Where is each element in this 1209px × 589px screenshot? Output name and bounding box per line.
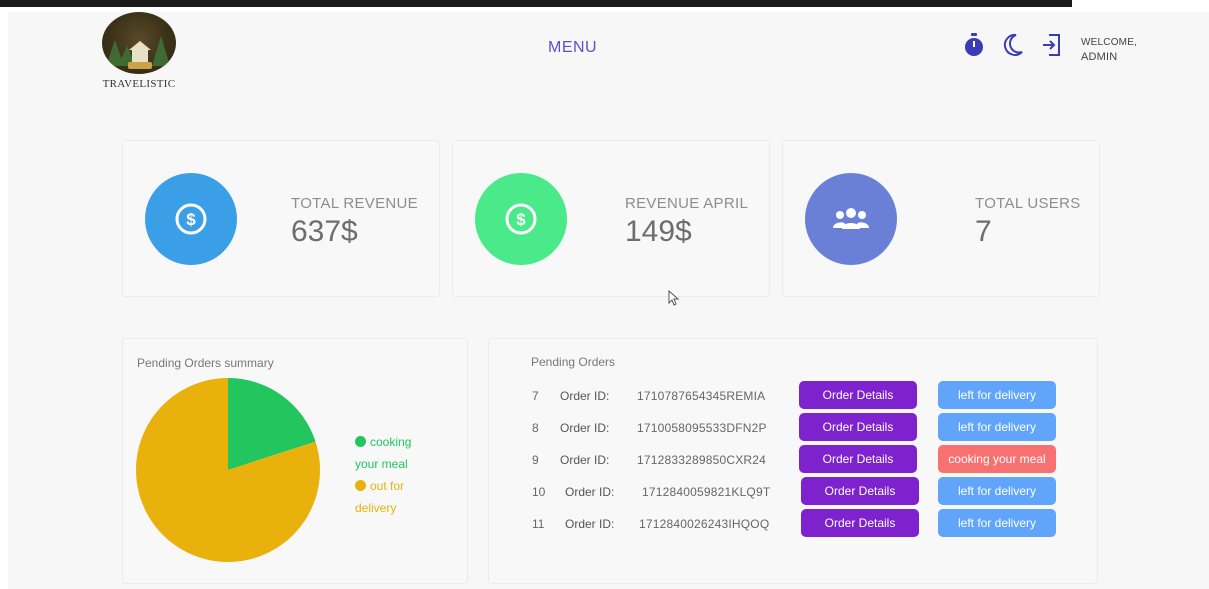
total-users-circle <box>805 173 897 265</box>
pie-legend: cooking your meal out for delivery <box>355 431 435 519</box>
welcome-text: WELCOME, ADMIN <box>1081 36 1137 64</box>
dashboard-page: TRAVELISTIC MENU WELCOME, ADMIN $ TOTAL … <box>8 12 1209 589</box>
revenue-april-circle: $ <box>475 173 567 265</box>
legend-label-delivery-2: delivery <box>355 501 397 515</box>
top-window-bar <box>0 0 1072 7</box>
order-id-label: Order ID: <box>560 421 610 435</box>
order-status-button[interactable]: cooking your meal <box>938 445 1056 473</box>
order-number: 7 <box>532 389 539 403</box>
order-status-button[interactable]: left for delivery <box>938 381 1056 409</box>
order-row: 11 Order ID: 1712840026243IHQOQ Order De… <box>489 509 1089 539</box>
order-number: 9 <box>532 453 539 467</box>
mouse-cursor-icon <box>668 290 680 306</box>
menu-link[interactable]: MENU <box>548 39 597 57</box>
order-id-value: 1710058095533DFN2P <box>637 421 767 435</box>
order-number: 8 <box>532 421 539 435</box>
order-status-button[interactable]: left for delivery <box>938 509 1056 537</box>
order-id-label: Order ID: <box>565 485 615 499</box>
order-status-button[interactable]: left for delivery <box>938 413 1056 441</box>
travelistic-logo[interactable]: TRAVELISTIC <box>94 12 184 98</box>
order-row: 9 Order ID: 1712833289850CXR24 Order Det… <box>489 445 1089 475</box>
dollar-icon: $ <box>175 203 207 235</box>
pending-orders-summary-card: Pending Orders summary cooking your meal… <box>122 338 468 584</box>
total-users-value: 7 <box>975 215 992 248</box>
order-id-label: Order ID: <box>560 389 610 403</box>
order-id-value: 1710787654345REMIA <box>637 389 766 403</box>
logo-badge <box>102 12 176 74</box>
order-id-value: 1712840026243IHQOQ <box>639 517 770 531</box>
total-revenue-value: 637$ <box>291 215 358 248</box>
total-revenue-circle: $ <box>145 173 237 265</box>
total-users-label: TOTAL USERS <box>975 195 1081 212</box>
total-revenue-label: TOTAL REVENUE <box>291 195 418 212</box>
order-details-button[interactable]: Order Details <box>801 477 919 505</box>
pending-orders-pie-chart <box>136 378 320 562</box>
total-users-card: TOTAL USERS 7 <box>782 140 1100 297</box>
welcome-username: ADMIN <box>1081 51 1118 63</box>
order-number: 10 <box>532 485 546 499</box>
revenue-april-label: REVENUE APRIL <box>625 195 749 212</box>
welcome-greeting: WELCOME, <box>1081 37 1138 48</box>
pie-card-title: Pending Orders summary <box>137 356 274 370</box>
order-number: 11 <box>532 517 545 531</box>
legend-item-delivery[interactable]: out for delivery <box>355 475 435 519</box>
legend-label-cooking-2: your meal <box>355 457 408 471</box>
legend-dot-cooking <box>355 436 366 447</box>
timer-icon[interactable] <box>963 32 985 58</box>
order-row: 10 Order ID: 1712840059821KLQ9T Order De… <box>489 477 1089 507</box>
order-id-label: Order ID: <box>560 453 610 467</box>
svg-text:$: $ <box>516 210 526 229</box>
order-details-button[interactable]: Order Details <box>799 381 917 409</box>
order-id-value: 1712833289850CXR24 <box>637 453 767 467</box>
logo-text: TRAVELISTIC <box>102 78 176 90</box>
dollar-icon: $ <box>505 203 537 235</box>
legend-label-delivery-1: out for <box>370 479 405 493</box>
legend-item-cooking[interactable]: cooking your meal <box>355 431 435 475</box>
order-details-button[interactable]: Order Details <box>799 445 917 473</box>
order-row: 7 Order ID: 1710787654345REMIA Order Det… <box>489 381 1089 411</box>
order-details-button[interactable]: Order Details <box>801 509 919 537</box>
orders-card-title: Pending Orders <box>531 355 616 369</box>
svg-text:$: $ <box>186 210 196 229</box>
logout-icon[interactable] <box>1041 32 1063 58</box>
revenue-april-value: 149$ <box>625 215 692 248</box>
order-status-button[interactable]: left for delivery <box>938 477 1056 505</box>
users-icon <box>833 208 869 229</box>
revenue-april-card: $ REVENUE APRIL 149$ <box>452 140 770 297</box>
order-id-value: 1712840059821KLQ9T <box>642 485 771 499</box>
pending-orders-card: Pending Orders 7 Order ID: 1710787654345… <box>488 338 1098 584</box>
order-id-label: Order ID: <box>565 517 615 531</box>
legend-label-cooking-1: cooking <box>370 435 412 449</box>
moon-icon[interactable] <box>1001 32 1025 58</box>
total-revenue-card: $ TOTAL REVENUE 637$ <box>122 140 440 297</box>
legend-dot-delivery <box>355 480 366 491</box>
order-details-button[interactable]: Order Details <box>799 413 917 441</box>
order-row: 8 Order ID: 1710058095533DFN2P Order Det… <box>489 413 1089 443</box>
